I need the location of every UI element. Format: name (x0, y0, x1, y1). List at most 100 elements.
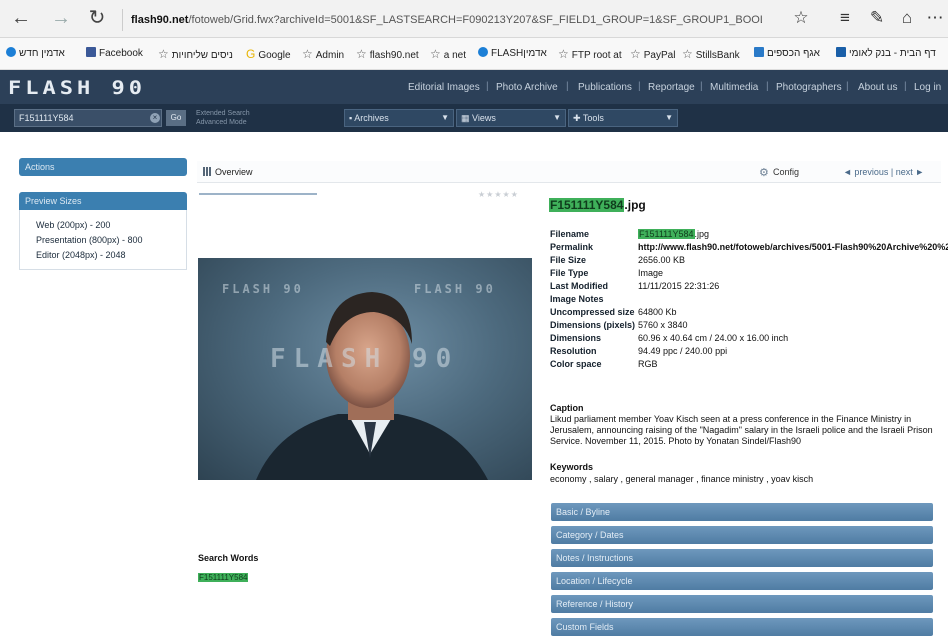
search-words-label: Search Words (198, 553, 259, 563)
nav-photo-archive[interactable]: Photo Archive (496, 82, 558, 93)
search-highlight: F151111Y584 (549, 198, 625, 212)
preview-image[interactable]: FLASH 90 FLASH 90 FLASH 90 (198, 258, 532, 480)
more-menu-icon[interactable]: ⋯ (924, 8, 946, 28)
search-toolbar: F151111Y584 × Go Extended Search Advance… (0, 104, 948, 132)
favorite-star-icon[interactable]: ☆ (790, 8, 812, 28)
nav-log-in[interactable]: Log in (914, 82, 941, 93)
search-word-term[interactable]: F151111Y584 (198, 573, 249, 582)
bookmark-item[interactable]: ☆ a net (430, 47, 466, 61)
star-icon: ☆ (158, 47, 169, 61)
bookmark-icon (754, 47, 764, 57)
preview-sizes-list: Web (200px) - 200 Presentation (800px) -… (19, 210, 187, 270)
bookmark-item[interactable]: FLASHאדמין (478, 47, 547, 59)
accordion-notes-instructions[interactable]: Notes / Instructions (551, 549, 933, 567)
bookmark-item[interactable]: ☆ StillsBank (682, 47, 740, 61)
go-button[interactable]: Go (166, 110, 186, 126)
bookmark-item[interactable]: אדמין חדש (6, 47, 65, 59)
site-header: FLASH 90 Editorial Images | Photo Archiv… (0, 70, 948, 104)
bookmark-item[interactable]: ☆ Admin (302, 47, 344, 61)
config-link[interactable]: Config (773, 167, 799, 177)
search-input[interactable]: F151111Y584 (14, 109, 162, 127)
globe-icon (6, 47, 16, 57)
search-highlight: F151111Y584 (198, 573, 249, 582)
star-icon: ☆ (558, 47, 569, 61)
archives-dropdown[interactable]: ▪ Archives ▼ (344, 109, 454, 127)
nav-about-us[interactable]: About us (858, 82, 897, 93)
nav-reportage[interactable]: Reportage (648, 82, 695, 93)
star-icon: ☆ (682, 47, 693, 61)
nav-publications[interactable]: Publications (578, 82, 632, 93)
overview-label[interactable]: Overview (215, 167, 253, 177)
site-logo[interactable]: FLASH 90 (8, 78, 146, 99)
bookmark-item[interactable]: ☆ PayPal (630, 47, 675, 61)
tools-dropdown[interactable]: ✚ Tools ▼ (568, 109, 678, 127)
meta-row-image-notes: Image Notes (550, 294, 604, 304)
nav-separator: | (700, 81, 703, 92)
permalink-value[interactable]: http://www.flash90.net/fotoweb/archives/… (638, 242, 948, 252)
chevron-down-icon: ▼ (665, 113, 673, 122)
nav-multimedia[interactable]: Multimedia (710, 82, 758, 93)
gear-icon[interactable]: ⚙ (759, 166, 769, 179)
meta-row-filename: Filename F151111Y584.jpg (550, 229, 710, 239)
tools-icon: ✚ (573, 113, 583, 123)
pager-links[interactable]: ◄ previous | next ► (843, 167, 924, 177)
keywords-text: economy , salary , general manager , fin… (550, 474, 814, 484)
nav-editorial-images[interactable]: Editorial Images (408, 82, 480, 93)
accordion-location-lifecycle[interactable]: Location / Lifecycle (551, 572, 933, 590)
clear-search-icon[interactable]: × (150, 113, 160, 123)
browser-toolbar: ← → ↻ flash90.net/fotoweb/Grid.fwx?archi… (0, 0, 948, 38)
bookmark-item[interactable]: דף הבית - בנק לאומי (836, 47, 936, 59)
size-editor-link[interactable]: Editor (2048px) - 2048 (36, 250, 126, 260)
accordion-category-dates[interactable]: Category / Dates (551, 526, 933, 544)
watermark-large-text: FLASH 90 (270, 344, 460, 374)
bookmark-item[interactable]: Facebook (86, 47, 143, 59)
meta-row-permalink: Permalink http://www.flash90.net/fotoweb/… (550, 242, 948, 252)
google-icon: G (246, 47, 256, 61)
views-dropdown[interactable]: ▦ Views ▼ (456, 109, 566, 127)
accordion-basic-byline[interactable]: Basic / Byline (551, 503, 933, 521)
accordion-custom-fields[interactable]: Custom Fields (551, 618, 933, 636)
share-icon[interactable]: ⌂ (896, 8, 918, 28)
meta-row-file-size: File Size 2656.00 KB (550, 255, 686, 265)
bookmark-item[interactable]: ☆ FTP root at (558, 47, 622, 61)
facebook-icon (86, 47, 96, 57)
bookmarks-bar: אדמין חדש Facebook ☆ ניסים שליחויות G Goog… (0, 38, 948, 70)
chevron-down-icon: ▼ (441, 113, 449, 122)
bookmark-item[interactable]: אגף הכספים (754, 47, 820, 59)
caption-label: Caption (550, 403, 584, 413)
globe-icon (478, 47, 488, 57)
bookmark-item[interactable]: ☆ ניסים שליחויות (158, 47, 233, 61)
views-icon: ▦ (461, 113, 473, 123)
actions-header[interactable]: Actions (19, 158, 187, 176)
refresh-icon[interactable]: ↻ (86, 8, 108, 30)
keywords-label: Keywords (550, 462, 594, 472)
url-host: flash90.net (131, 14, 189, 26)
web-note-icon[interactable]: ✎ (866, 8, 888, 28)
meta-row-dimensions-pixels: Dimensions (pixels) 5760 x 3840 (550, 320, 688, 330)
nav-photographers[interactable]: Photographers (776, 82, 842, 93)
caption-text: Likud parliament member Yoav Kisch seen … (550, 414, 933, 446)
hub-menu-icon[interactable]: ≡ (834, 8, 856, 28)
chevron-down-icon: ▼ (553, 113, 561, 122)
nav-separator: | (566, 81, 569, 92)
bookmark-item[interactable]: ☆ flash90.net (356, 47, 419, 61)
size-presentation-link[interactable]: Presentation (800px) - 800 (36, 235, 143, 245)
bookmark-item[interactable]: G Google (246, 47, 291, 61)
address-bar[interactable]: flash90.net/fotoweb/Grid.fwx?archiveId=5… (122, 9, 762, 31)
back-arrow-icon[interactable]: ← (10, 8, 32, 30)
preview-sizes-header[interactable]: Preview Sizes (19, 192, 187, 210)
extended-search-link[interactable]: Extended Search Advanced Mode (196, 109, 266, 127)
star-icon: ☆ (302, 47, 313, 61)
rating-stars[interactable]: ★★★★★ (478, 190, 519, 199)
nav-separator: | (904, 81, 907, 92)
nav-separator: | (766, 81, 769, 92)
size-web-link[interactable]: Web (200px) - 200 (36, 220, 110, 230)
url-path: /fotoweb/Grid.fwx?archiveId=5001&SF_LAST… (188, 14, 762, 26)
meta-row-last-modified: Last Modified 11/11/2015 22:31:26 (550, 281, 720, 291)
overview-bar: Overview ⚙ Config ◄ previous | next ► (197, 161, 941, 183)
search-highlight: F151111Y584 (638, 229, 695, 239)
thumbnail-progress-line (199, 193, 317, 195)
accordion-reference-history[interactable]: Reference / History (551, 595, 933, 613)
forward-arrow-icon[interactable]: → (50, 8, 72, 30)
bookmark-icon (836, 47, 846, 57)
